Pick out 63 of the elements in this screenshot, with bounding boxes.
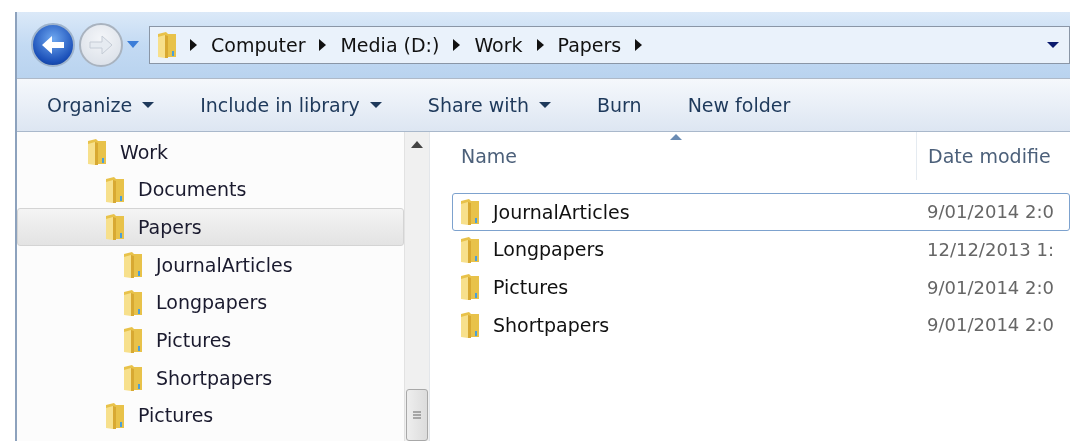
date-modified: 12/12/2013 1: xyxy=(926,238,1054,263)
folder-icon xyxy=(459,235,481,264)
scrollbar[interactable] xyxy=(404,132,429,441)
dropdown-arrow-icon xyxy=(142,101,155,109)
folder-icon xyxy=(122,363,144,392)
toolbar-button[interactable]: New folder xyxy=(675,86,803,124)
back-button[interactable] xyxy=(31,23,75,67)
file-row[interactable]: Pictures 9/01/2014 2:0 xyxy=(452,268,1070,307)
tree-item[interactable]: Longpapers xyxy=(17,283,404,322)
folder-icon xyxy=(104,175,126,204)
breadcrumb-link[interactable]: Computer xyxy=(209,30,308,60)
folder-icon xyxy=(459,197,481,226)
dropdown-arrow-icon xyxy=(369,101,382,109)
toolbar-button[interactable]: Organize xyxy=(35,86,167,124)
separator-arrow-icon xyxy=(453,39,461,51)
folder-icon xyxy=(104,213,126,242)
breadcrumb-link[interactable]: Papers xyxy=(555,30,624,60)
file-name: JournalArticles xyxy=(493,199,630,225)
folder-icon xyxy=(459,310,481,339)
date-modified: 9/01/2014 2:0 xyxy=(926,313,1054,338)
dropdown-arrow-icon xyxy=(539,101,551,109)
tree-item[interactable]: Papers xyxy=(17,208,404,247)
tree-item[interactable]: Pictures xyxy=(17,321,404,360)
file-row[interactable]: Longpapers 12/12/2013 1: xyxy=(452,230,1070,269)
file-row[interactable]: JournalArticles 9/01/2014 2:0 xyxy=(452,193,1070,231)
dropdown-arrow-icon xyxy=(127,41,139,49)
folder-icon xyxy=(86,137,108,166)
separator-arrow-icon xyxy=(190,39,197,51)
breadcrumb-link[interactable]: Work xyxy=(472,30,525,60)
tree-item[interactable]: Shortpapers xyxy=(17,359,404,397)
address-bar[interactable]: Computer Media (D:) Work Papers xyxy=(149,26,1070,64)
date-modified: 9/01/2014 2:0 xyxy=(926,200,1054,225)
dropdown-arrow-icon xyxy=(1046,41,1059,49)
folder-icon xyxy=(459,273,481,302)
scroll-thumb[interactable] xyxy=(406,389,428,441)
breadcrumb-link[interactable]: Media (D:) xyxy=(338,30,442,60)
date-modified: 9/01/2014 2:0 xyxy=(926,275,1054,300)
recent-pages-button[interactable] xyxy=(127,41,139,49)
scroll-up-button[interactable] xyxy=(411,140,423,148)
grip-icon xyxy=(412,410,422,420)
address-dropdown-button[interactable] xyxy=(1046,41,1059,49)
folder-icon xyxy=(156,31,178,59)
file-row[interactable]: Shortpapers 9/01/2014 2:0 xyxy=(452,306,1070,344)
file-name: Longpapers xyxy=(493,237,605,263)
folder-icon xyxy=(122,288,144,317)
folder-icon xyxy=(122,250,144,279)
folder-icon xyxy=(104,401,126,430)
toolbar-button[interactable]: Share with xyxy=(415,86,563,124)
file-name: Pictures xyxy=(493,274,569,300)
toolbar-button[interactable]: Include in library xyxy=(188,86,394,124)
separator-arrow-icon xyxy=(536,39,544,51)
toolbar-button[interactable]: Burn xyxy=(585,86,654,124)
tree-item[interactable]: Pictures xyxy=(17,396,404,435)
sort-arrow-icon xyxy=(670,134,682,140)
column-header[interactable]: Date modifie xyxy=(917,141,1051,171)
separator-arrow-icon xyxy=(635,39,643,51)
folder-icon xyxy=(122,326,144,355)
tree-item[interactable]: JournalArticles xyxy=(17,246,404,284)
up-arrow-icon xyxy=(411,140,423,148)
tree-item[interactable]: Work xyxy=(17,133,404,171)
tree-item[interactable]: Documents xyxy=(17,170,404,209)
separator-arrow-icon xyxy=(319,39,327,51)
file-name: Shortpapers xyxy=(493,312,610,338)
